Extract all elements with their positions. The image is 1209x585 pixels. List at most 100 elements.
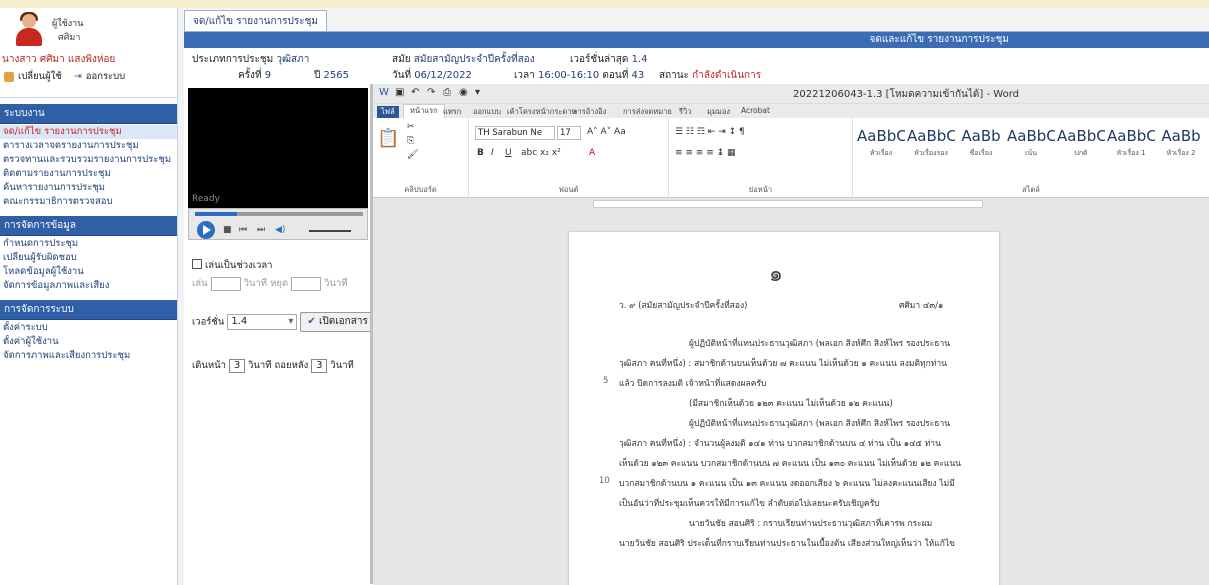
clipboard-group: 📋 ✂ ⎘ 🖌 คลิปบอร์ด: [373, 118, 469, 198]
play-icon[interactable]: [197, 221, 215, 239]
sidebar-item-media-manage[interactable]: จัดการภาพและเสียงการประชุม: [0, 349, 177, 363]
save-icon[interactable]: ▣: [395, 87, 404, 98]
start-seconds-input[interactable]: [210, 276, 241, 291]
ribbon-tab[interactable]: เค้าโครงหน้ากระดาษ: [507, 106, 576, 118]
document-page[interactable]: ๑ ว. ๙ (สมัยสามัญประจำปีครั้งที่สอง) ศศิ…: [569, 232, 999, 585]
doc-line: วุฒิสภา คนที่หนึ่ง) : จำนวนผู้ลงมติ ๑๔๑ …: [619, 439, 941, 449]
horizontal-ruler: [373, 198, 1209, 210]
tab-bar: จด/แก้ไข รายงานการประชุม: [184, 10, 327, 32]
strikethrough-icon[interactable]: abc x₂ x²: [521, 148, 561, 158]
sidebar-item-change-owner[interactable]: เปลี่ยนผู้รับผิดชอบ: [0, 251, 177, 265]
date: วันที่ 06/12/2022: [392, 70, 472, 81]
sidebar-item-load-users[interactable]: โหลดข้อมูลผู้ใช้งาน: [0, 265, 177, 279]
preview-icon[interactable]: ◉: [459, 87, 468, 98]
back-seconds-input[interactable]: 3: [229, 358, 246, 373]
italic-icon[interactable]: I: [491, 148, 494, 158]
styles-group: สไตล์ AaBbCหัวเรื่องAaBbCcDหัวเรื่องรองA…: [853, 118, 1209, 198]
volume-slider[interactable]: [309, 230, 351, 232]
underline-icon[interactable]: U: [505, 148, 512, 158]
style-item[interactable]: AaBbCcDปกติ: [1057, 124, 1105, 164]
ribbon-tab[interactable]: การอ้างอิง: [573, 106, 606, 118]
align-icon[interactable]: ≡ ≡ ≡ ≡ ↨ ▦: [675, 148, 736, 158]
sidebar-item-search[interactable]: ค้นหารายงานการประชุม: [0, 181, 177, 195]
forward-seconds-input[interactable]: 3: [311, 358, 328, 373]
style-item[interactable]: AaBb ชื่อเรื่อง: [957, 124, 1005, 164]
version-row: เวอร์ชั่น 1.4 ✔ เปิดเอกสาร: [192, 312, 375, 332]
section-system: การจัดการระบบ: [0, 300, 177, 320]
ribbon-tab[interactable]: ไฟล์: [377, 106, 399, 118]
section-data: การจัดการข้อมูล: [0, 216, 177, 236]
user-name: ศศิมา: [58, 33, 81, 43]
doc-line: แล้ว ปิดการลงมติ เจ้าหน้าที่แสดงผลครับ: [619, 379, 767, 389]
sidebar-item-track[interactable]: ติดตามรายงานการประชุม: [0, 167, 177, 181]
video-player[interactable]: Ready: [188, 88, 368, 208]
sidebar: ผู้ใช้งาน ศศิมา นางสาว ศศิมา แสงพิงห่อย …: [0, 8, 178, 585]
session: สมัย สมัยสามัญประจำปีครั้งที่สอง: [392, 54, 535, 65]
style-item[interactable]: AaBbCcDหัวเรื่องรอง: [907, 124, 955, 164]
format-painter-icon[interactable]: 🖌: [407, 150, 418, 160]
print-icon[interactable]: ⎙: [443, 87, 451, 98]
player-controls: ■ ⏮ ⏭ ◀): [188, 208, 368, 240]
rewind-icon[interactable]: ⏮: [239, 225, 247, 235]
play-range-checkbox[interactable]: เล่นเป็นช่วงเวลา: [192, 258, 273, 273]
undo-icon[interactable]: ↶: [411, 87, 419, 98]
sidebar-item-record-minutes[interactable]: จด/แก้ไข รายงานการประชุม: [0, 125, 177, 139]
volume-icon[interactable]: ◀): [275, 225, 285, 235]
user-full-name: นางสาว ศศิมา แสงพิงห่อย: [2, 54, 116, 65]
ribbon-tab[interactable]: Acrobat: [741, 106, 770, 115]
status: สถานะ กำลังดำเนินการ: [659, 70, 762, 81]
bold-icon[interactable]: B: [477, 148, 484, 158]
play-range-fields: เล่น วินาที หยุด วินาที: [192, 276, 348, 291]
style-item[interactable]: AaBbC หัวเรื่อง: [857, 124, 905, 164]
logout-icon: ⇥: [73, 71, 82, 82]
stop-seconds-input[interactable]: [291, 276, 322, 291]
ribbon-tab[interactable]: การส่งจดหมาย: [623, 106, 672, 118]
sidebar-item-review[interactable]: ตรวจทานและรวบรวมรายงานการประชุม: [0, 153, 177, 167]
ribbon-tab[interactable]: ออกแบบ: [473, 106, 501, 118]
ribbon-tab[interactable]: รีวิว: [679, 106, 691, 118]
sidebar-item-committee[interactable]: คณะกรรมาธิการตรวจสอบ: [0, 195, 177, 209]
page-number: ๑: [769, 262, 783, 287]
ribbon-tab[interactable]: มุมมอง: [707, 106, 730, 118]
doc-line: นายวันชัย สอนศิริ : กราบเรียนท่านประธานว…: [689, 519, 933, 529]
user-role-label: ผู้ใช้งาน: [52, 19, 84, 29]
doc-line: เห็นด้วย ๑๒๓ คะแนน บวกสมาชิกด้านบน ๗ คะแ…: [619, 459, 961, 469]
doc-line: นายวันชัย สอนศิริ ประเด็นที่กราบเรียนท่า…: [619, 539, 955, 549]
copy-icon[interactable]: ⎘: [407, 136, 414, 146]
customize-icon[interactable]: ▾: [475, 87, 480, 98]
sidebar-item-schedule[interactable]: ตารางเวลาจดรายงานการประชุม: [0, 139, 177, 153]
sidebar-item-user-settings[interactable]: ตั้งค่าผู้ใช้งาน: [0, 335, 177, 349]
open-document-button[interactable]: ✔ เปิดเอกสาร: [300, 312, 375, 332]
tab-record-minutes[interactable]: จด/แก้ไข รายงานการประชุม: [184, 10, 327, 32]
redo-icon[interactable]: ↷: [427, 87, 435, 98]
cut-icon[interactable]: ✂: [407, 122, 415, 132]
player-status: Ready: [192, 194, 220, 204]
document-icon: ✔: [307, 316, 316, 327]
quick-access-toolbar: W ▣ ↶ ↷ ⎙ ◉ ▾ 20221206043-1.3 [โหมดความเ…: [373, 84, 1209, 104]
logout-button[interactable]: ⇥ ออกระบบ: [72, 68, 127, 85]
paragraph-group: ☰ ☷ ☶ ⇤ ⇥ ↕ ¶ ≡ ≡ ≡ ≡ ↨ ▦ ย่อหน้า: [669, 118, 853, 198]
ribbon-tab[interactable]: แทรก: [443, 106, 461, 118]
fast-forward-icon[interactable]: ⏭: [257, 225, 265, 235]
change-user-button[interactable]: เปลี่ยนผู้ใช้: [2, 68, 64, 85]
paste-icon[interactable]: 📋: [377, 128, 399, 149]
font-name-select[interactable]: TH Sarabun Ne: [475, 126, 555, 140]
bullets-icon[interactable]: ☰ ☷ ☶ ⇤ ⇥ ↕ ¶: [675, 127, 745, 137]
style-item[interactable]: AaBbC เน้น: [1007, 124, 1055, 164]
font-size-select[interactable]: 17: [557, 126, 581, 140]
sidebar-item-agenda[interactable]: กำหนดการประชุม: [0, 237, 177, 251]
sidebar-item-settings[interactable]: ตั้งค่าระบบ: [0, 321, 177, 335]
word-window: W ▣ ↶ ↷ ⎙ ◉ ▾ 20221206043-1.3 [โหมดความเ…: [373, 84, 1209, 585]
stop-icon[interactable]: ■: [223, 225, 232, 235]
grow-font-icon[interactable]: A˄ A˅ Aa: [587, 127, 626, 137]
header-left: ว. ๙ (สมัยสามัญประจำปีครั้งที่สอง): [619, 301, 748, 311]
style-item[interactable]: AaBb หัวเรื่อง 2: [1157, 124, 1205, 164]
ribbon: 📋 ✂ ⎘ 🖌 คลิปบอร์ด TH Sarabun Ne 17 A˄ A˅…: [373, 118, 1209, 198]
seek-bar[interactable]: [195, 212, 363, 216]
font-color-icon[interactable]: A: [589, 148, 595, 158]
style-item[interactable]: AaBbC หัวเรื่อง 1: [1107, 124, 1155, 164]
doc-line: เป็นอันว่าที่ประชุมเห็นควรให้มีการแก้ไข …: [619, 499, 880, 509]
ribbon-tab[interactable]: หน้าแรก: [403, 104, 445, 118]
sidebar-item-media-data[interactable]: จัดการข้อมูลภาพและเสียง: [0, 279, 177, 293]
version-select[interactable]: 1.4: [227, 314, 298, 330]
